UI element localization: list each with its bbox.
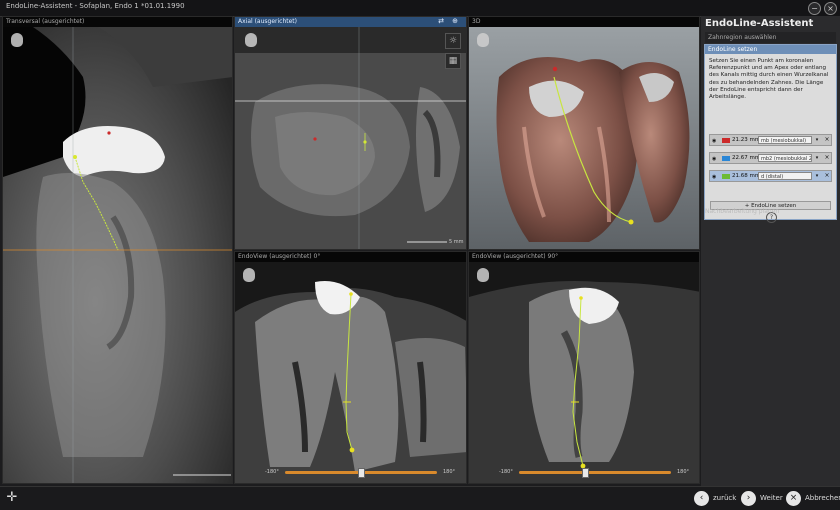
minimize-icon[interactable]: − xyxy=(808,2,821,15)
sun-icon[interactable]: ☼ xyxy=(445,33,461,49)
axial-image xyxy=(235,27,466,249)
delete-icon[interactable]: × xyxy=(823,136,831,144)
viewport-endoview-90[interactable]: EndoView (ausgerichtet) 90° -180° 180° xyxy=(468,251,700,484)
grid-icon[interactable]: ▦ xyxy=(445,53,461,69)
rotation-slider[interactable]: -180° 180° xyxy=(265,467,460,478)
close-icon: × xyxy=(786,491,801,506)
slider-min-label: -180° xyxy=(499,469,513,475)
color-swatch xyxy=(722,156,730,161)
chevron-down-icon[interactable]: ▾ xyxy=(814,173,820,179)
slider-min-label: -180° xyxy=(265,469,279,475)
head-orientation-icon xyxy=(243,268,255,282)
step-select-tooth-region[interactable]: Zahnregion auswählen xyxy=(705,32,836,43)
step-plan-postprocessing[interactable]: Nachbearbeitung planen xyxy=(705,208,779,215)
step-card-set-endoline: EndoLine setzen Setzen Sie einen Punkt a… xyxy=(704,44,837,223)
canal-name-select[interactable]: mb (mesiobukkal) xyxy=(758,136,812,144)
delete-icon[interactable]: × xyxy=(823,154,831,162)
slider-track[interactable] xyxy=(519,471,671,474)
eye-icon[interactable]: ◉ xyxy=(712,138,716,144)
cancel-label: Abbrechen xyxy=(805,494,840,502)
rotation-slider[interactable]: -180° 180° xyxy=(499,467,694,478)
instructions-text: Setzen Sie einen Punkt am koronalen Refe… xyxy=(709,58,829,101)
head-orientation-icon xyxy=(245,33,257,47)
viewport-transversal[interactable]: Transversal (ausgerichtet) xyxy=(2,16,233,484)
endoline-length: 21.68 mm xyxy=(732,173,761,179)
viewport-3d[interactable]: 3D xyxy=(468,16,700,250)
window-title: EndoLine-Assistent - Sofaplan, Endo 1 *0… xyxy=(6,2,185,10)
head-orientation-icon xyxy=(477,33,489,47)
endoline-sidebar: EndoLine-Assistent Zahnregion auswählen … xyxy=(701,16,840,486)
endoview-0-image xyxy=(235,262,466,483)
arrow-left-icon: ‹ xyxy=(694,491,709,506)
arrow-right-icon: › xyxy=(741,491,756,506)
transversal-image xyxy=(3,27,232,483)
scale-label: 5 mm xyxy=(449,239,464,245)
3d-rendering xyxy=(469,27,699,249)
endoline-row-selected[interactable]: ◉ 21.68 mm d (distal) ▾ × xyxy=(709,170,832,182)
maximize-icon[interactable]: ⊕ xyxy=(452,17,458,25)
endoline-row[interactable]: ◉ 21.23 mm mb (mesiobukkal) ▾ × xyxy=(709,134,832,146)
slider-max-label: 180° xyxy=(677,469,690,475)
color-swatch xyxy=(722,138,730,143)
next-label: Weiter xyxy=(760,494,783,502)
endoview-90-image xyxy=(469,262,699,483)
title-bar: EndoLine-Assistent - Sofaplan, Endo 1 *0… xyxy=(0,0,840,17)
viewport-axial[interactable]: Axial (ausgerichtet) 5 mm ⇄ ⊕ ☼ ▦ xyxy=(234,16,467,250)
chevron-down-icon[interactable]: ▾ xyxy=(814,137,820,143)
endoline-length: 21.23 mm xyxy=(732,137,761,143)
back-label: zurück xyxy=(713,494,737,502)
canal-name-select[interactable]: d (distal) xyxy=(758,172,812,180)
endoline-row[interactable]: ◉ 22.67 mm mb2 (mesiobukkal 2) ▾ × xyxy=(709,152,832,164)
card-header: EndoLine setzen xyxy=(705,45,836,54)
bottom-bar: ✛ ‹ zurück › Weiter × Abbrechen xyxy=(0,486,840,510)
chevron-down-icon[interactable]: ▾ xyxy=(814,155,820,161)
canal-name-select[interactable]: mb2 (mesiobukkal 2) xyxy=(758,154,812,162)
eye-icon[interactable]: ◉ xyxy=(712,174,716,180)
crosshair-tool-icon[interactable]: ✛ xyxy=(4,490,20,506)
sidebar-title: EndoLine-Assistent xyxy=(705,18,814,29)
slider-max-label: 180° xyxy=(443,469,456,475)
viewport-endoview-0[interactable]: EndoView (ausgerichtet) 0° -180° 180° xyxy=(234,251,467,484)
color-swatch xyxy=(722,174,730,179)
slider-knob[interactable] xyxy=(358,468,365,478)
head-orientation-icon xyxy=(477,268,489,282)
layout-icon[interactable]: ⇄ xyxy=(438,17,444,25)
endoline-length: 22.67 mm xyxy=(732,155,761,161)
slider-knob[interactable] xyxy=(582,468,589,478)
head-orientation-icon xyxy=(11,33,23,47)
close-icon[interactable]: × xyxy=(824,2,837,15)
eye-icon[interactable]: ◉ xyxy=(712,156,716,162)
delete-icon[interactable]: × xyxy=(823,172,831,180)
